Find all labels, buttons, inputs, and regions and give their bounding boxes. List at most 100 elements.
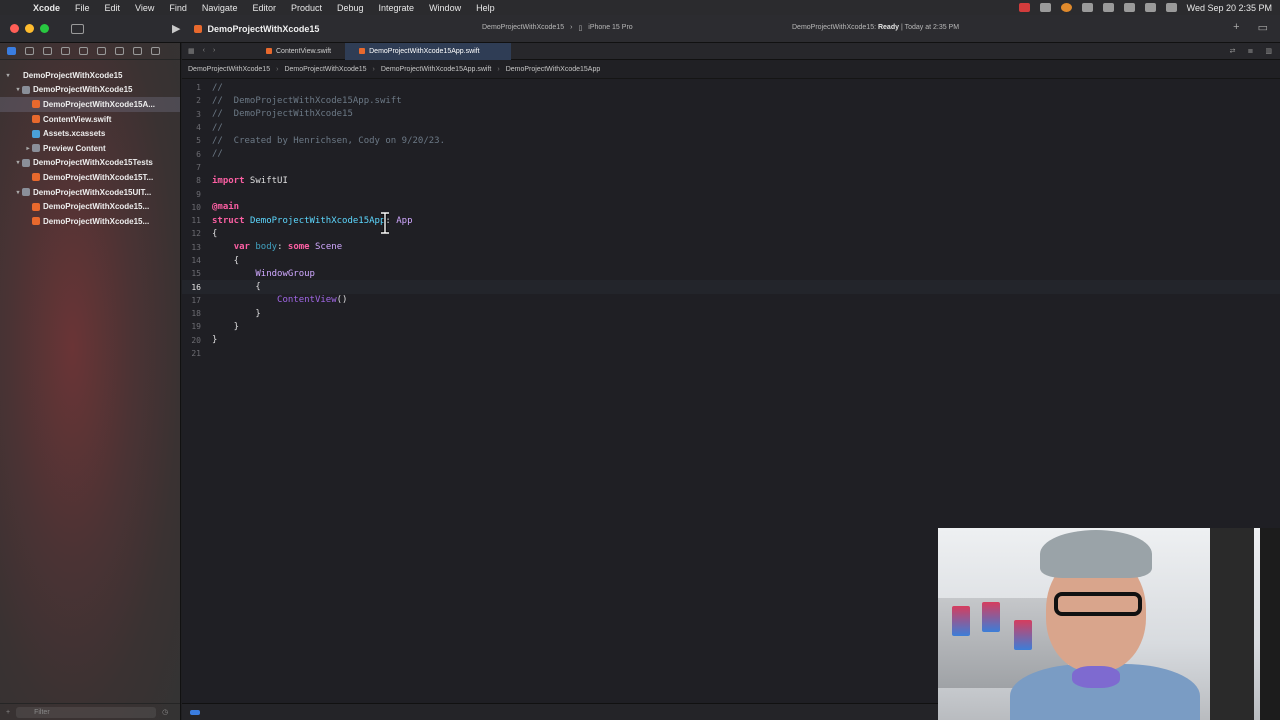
chevron-down-icon[interactable]: ▾ xyxy=(4,72,12,79)
scheme-name[interactable]: DemoProjectWithXcode15 xyxy=(482,24,564,32)
menu-find[interactable]: Find xyxy=(169,3,187,13)
code-line[interactable]: 13 var body: some Scene xyxy=(182,241,1280,254)
chevron-down-icon[interactable]: ▾ xyxy=(14,189,22,196)
code-line[interactable]: 15 WindowGroup xyxy=(182,267,1280,280)
code-token: // Created by Henrichsen, Cody on 9/20/2… xyxy=(212,135,445,146)
jumpbar-project[interactable]: DemoProjectWithXcode15 xyxy=(188,66,270,73)
source-control-navigator-icon[interactable] xyxy=(25,47,34,55)
recording-icon[interactable] xyxy=(1018,3,1030,12)
spotlight-search-icon[interactable] xyxy=(1144,3,1156,12)
menu-clock[interactable]: Wed Sep 20 2:35 PM xyxy=(1187,3,1272,13)
menu-app-name[interactable]: Xcode xyxy=(33,3,60,13)
code-line[interactable]: 11 struct DemoProjectWithXcode15App: App xyxy=(182,214,1280,227)
code-line[interactable]: 18 } xyxy=(182,307,1280,320)
chevron-right-icon[interactable]: ▸ xyxy=(24,145,32,152)
code-area[interactable]: 1 // 2 // DemoProjectWithXcode15App.swift 3 /… xyxy=(182,79,1280,360)
split-editor-icon[interactable]: ▥ xyxy=(1265,47,1272,55)
project-navigator: ▾ DemoProjectWithXcode15 ▾ DemoProjectWithX… xyxy=(0,43,181,720)
forward-arrow-icon[interactable]: › xyxy=(213,47,215,55)
menu-help[interactable]: Help xyxy=(476,3,495,13)
minimize-window-button[interactable] xyxy=(25,24,34,33)
menu-integrate[interactable]: Integrate xyxy=(379,3,415,13)
project-navigator-icon[interactable] xyxy=(7,47,16,55)
navigator-item[interactable]: ▸ Preview Content xyxy=(0,141,180,156)
menu-file[interactable]: File xyxy=(75,3,90,13)
menu-view[interactable]: View xyxy=(135,3,154,13)
control-center-icon[interactable] xyxy=(1165,3,1177,12)
navigator-item[interactable]: ▾ DemoProjectWithXcode15UIT... xyxy=(0,185,180,200)
code-line[interactable]: 20} xyxy=(182,334,1280,347)
jumpbar-file[interactable]: DemoProjectWithXcode15App.swift xyxy=(381,66,492,73)
inspector-toggle-icon[interactable]: ▭ xyxy=(1258,21,1268,34)
volume-icon[interactable] xyxy=(1081,3,1093,12)
navigator-item[interactable]: DemoProjectWithXcode15... xyxy=(0,199,180,214)
navigator-item[interactable]: DemoProjectWithXcode15T... xyxy=(0,170,180,185)
code-line[interactable]: 4 // xyxy=(182,121,1280,134)
code-line[interactable]: 16 { xyxy=(182,280,1280,294)
code-line[interactable]: 1 // xyxy=(182,81,1280,94)
filter-input[interactable]: Filter xyxy=(16,706,157,718)
app-status-icon[interactable] xyxy=(1060,3,1072,12)
webcam-door xyxy=(1210,528,1254,720)
test-navigator-icon[interactable] xyxy=(97,47,106,55)
bookmark-navigator-icon[interactable] xyxy=(43,47,52,55)
menu-window[interactable]: Window xyxy=(429,3,461,13)
screen-mirroring-icon[interactable] xyxy=(1039,3,1051,12)
source-control-icon[interactable]: ⇄ xyxy=(1230,47,1236,55)
line-number: 4 xyxy=(196,123,201,133)
wifi-icon[interactable] xyxy=(1123,3,1135,12)
code-line[interactable]: 3 // DemoProjectWithXcode15 xyxy=(182,108,1280,121)
menu-navigate[interactable]: Navigate xyxy=(202,3,238,13)
editor-options-icon[interactable]: ≣ xyxy=(1248,47,1254,55)
back-arrow-icon[interactable]: ‹ xyxy=(203,47,205,55)
code-line[interactable]: 19 } xyxy=(182,320,1280,333)
zoom-window-button[interactable] xyxy=(40,24,49,33)
tab-contentview[interactable]: ContentView.swift xyxy=(252,43,345,60)
menu-product[interactable]: Product xyxy=(291,3,322,13)
chevron-down-icon[interactable]: ▾ xyxy=(14,86,22,93)
code-line[interactable]: 21 xyxy=(182,347,1280,360)
add-file-icon[interactable]: + xyxy=(6,709,10,716)
recent-files-icon[interactable]: ◷ xyxy=(162,708,168,716)
run-destination[interactable]: iPhone 15 Pro xyxy=(588,24,632,32)
code-line[interactable]: 9 xyxy=(182,187,1280,200)
related-items-icon[interactable]: ▦ xyxy=(188,47,195,55)
tab-app[interactable]: DemoProjectWithXcode15App.swift xyxy=(345,42,512,60)
jumpbar-group[interactable]: DemoProjectWithXcode15 xyxy=(284,66,366,73)
navigator-item[interactable]: ▾ DemoProjectWithXcode15 xyxy=(0,68,180,83)
navigator-item[interactable]: ContentView.swift xyxy=(0,112,180,127)
navigator-item[interactable]: DemoProjectWithXcode15... xyxy=(0,214,180,229)
debug-navigator-icon[interactable] xyxy=(115,47,124,55)
breakpoint-navigator-icon[interactable] xyxy=(133,47,142,55)
find-navigator-icon[interactable] xyxy=(61,47,70,55)
code-line[interactable]: 17 ContentView() xyxy=(182,294,1280,307)
navigator-item[interactable]: ▾ DemoProjectWithXcode15Tests xyxy=(0,156,180,171)
sidebar-toggle-icon[interactable] xyxy=(71,23,84,34)
close-window-button[interactable] xyxy=(10,24,19,33)
code-token: App xyxy=(396,215,413,226)
code-line[interactable]: 5 // Created by Henrichsen, Cody on 9/20/… xyxy=(182,134,1280,147)
code-line[interactable]: 7 xyxy=(182,161,1280,174)
issue-navigator-icon[interactable] xyxy=(79,47,88,55)
code-line[interactable]: 8 import SwiftUI xyxy=(182,174,1280,187)
navigator-item[interactable]: Assets.xcassets xyxy=(0,126,180,141)
add-icon[interactable]: + xyxy=(1233,21,1239,34)
run-button-icon[interactable]: ▶ xyxy=(172,22,180,35)
chevron-down-icon[interactable]: ▾ xyxy=(14,159,22,166)
debug-area-toggle-icon[interactable] xyxy=(190,710,200,715)
navigator-item[interactable]: DemoProjectWithXcode15A... xyxy=(0,97,180,112)
jumpbar-symbol[interactable]: DemoProjectWithXcode15App xyxy=(506,66,601,73)
menu-debug[interactable]: Debug xyxy=(337,3,364,13)
scheme-selector[interactable]: DemoProjectWithXcode15 › ▯ iPhone 15 Pro xyxy=(482,24,633,32)
code-line[interactable]: 10 @main xyxy=(182,201,1280,214)
report-navigator-icon[interactable] xyxy=(151,47,160,55)
code-line[interactable]: 12 { xyxy=(182,227,1280,240)
navigator-item[interactable]: ▾ DemoProjectWithXcode15 xyxy=(0,83,180,98)
menu-edit[interactable]: Edit xyxy=(105,3,121,13)
bluetooth-icon[interactable] xyxy=(1102,3,1114,12)
code-line[interactable]: 2 // DemoProjectWithXcode15App.swift xyxy=(182,94,1280,107)
code-line[interactable]: 14 { xyxy=(182,254,1280,267)
code-line[interactable]: 6 // xyxy=(182,147,1280,160)
menu-editor[interactable]: Editor xyxy=(252,3,276,13)
